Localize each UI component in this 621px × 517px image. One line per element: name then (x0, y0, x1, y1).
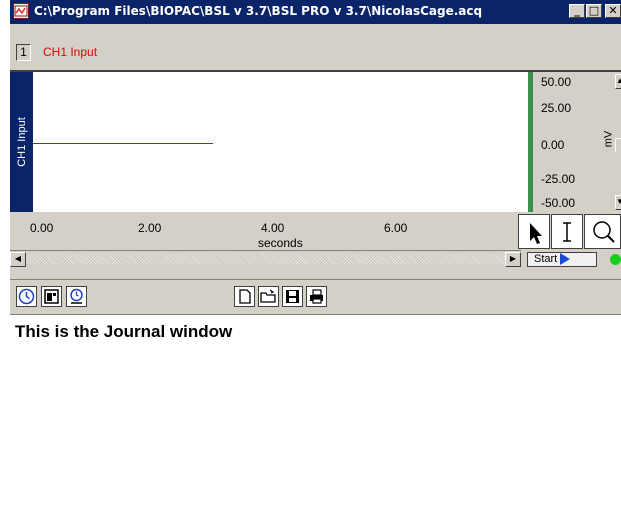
print-icon (310, 289, 323, 304)
title-bar[interactable]: C:\Program Files\BIOPAC\BSL v 3.7\BSL PR… (10, 0, 621, 24)
channel-side-label[interactable]: CH1 Input (10, 72, 33, 212)
date-button[interactable] (41, 286, 62, 307)
open-journal-button[interactable] (258, 286, 279, 307)
ibeam-cursor-icon (563, 222, 571, 242)
y-tick: 0.00 (541, 138, 565, 152)
arrow-tool-button[interactable] (518, 214, 550, 249)
new-file-icon (239, 289, 251, 304)
x-unit-label: seconds (258, 236, 303, 250)
x-tick: 0.00 (30, 221, 54, 235)
divider (10, 270, 621, 280)
minimize-button[interactable]: _ (569, 4, 585, 18)
window-title: C:\Program Files\BIOPAC\BSL v 3.7\BSL PR… (34, 4, 483, 18)
save-disk-icon (286, 290, 299, 303)
channel-bar (10, 24, 621, 70)
new-journal-button[interactable] (234, 286, 255, 307)
time-button[interactable] (16, 286, 37, 307)
play-icon (560, 253, 571, 266)
x-tick: 6.00 (384, 221, 408, 235)
zoom-tool-button[interactable] (584, 214, 621, 249)
minimize-icon: _ (574, 4, 580, 17)
y-tick: 25.00 (541, 101, 572, 115)
scroll-up-icon[interactable]: ▲ (615, 74, 621, 89)
channel-name[interactable]: CH1 Input (43, 45, 97, 59)
close-icon: ✕ (608, 4, 618, 17)
status-led (610, 254, 621, 265)
horizontal-scroll-track[interactable] (26, 253, 505, 264)
print-journal-button[interactable] (306, 286, 327, 307)
save-journal-button[interactable] (282, 286, 303, 307)
waveform-trace (33, 143, 213, 144)
vertical-scroll-thumb[interactable] (615, 138, 621, 152)
journal-text[interactable]: This is the Journal window (15, 322, 232, 342)
y-unit-label: mV (602, 130, 615, 148)
y-tick: -50.00 (541, 196, 576, 210)
clock-icon (18, 288, 35, 305)
scroll-right-icon[interactable]: ▶ (505, 252, 521, 267)
channel-number-button[interactable]: 1 (16, 44, 31, 61)
x-tick: 2.00 (138, 221, 162, 235)
x-axis: 0.00 2.00 4.00 6.00 seconds (10, 212, 528, 250)
horizontal-scrollbar[interactable]: ◀ ▶ (10, 250, 521, 267)
time-paste-button[interactable] (66, 286, 87, 307)
acq-window: C:\Program Files\BIOPAC\BSL v 3.7\BSL PR… (10, 0, 621, 517)
scroll-left-icon[interactable]: ◀ (10, 252, 26, 267)
clock-arrow-icon (70, 288, 83, 304)
waveform-plot[interactable] (33, 72, 528, 212)
start-button[interactable]: Start (527, 252, 597, 267)
zoom-icon (593, 221, 615, 243)
vertical-scrollbar[interactable]: ▲ ▼ (615, 72, 621, 212)
open-folder-icon (260, 289, 276, 303)
channel-side-label-text: CH1 Input (15, 117, 28, 167)
x-tick: 4.00 (261, 221, 285, 235)
start-label: Start (534, 253, 558, 265)
journal-window[interactable]: This is the Journal window (10, 314, 621, 517)
app-icon[interactable] (13, 3, 29, 19)
y-tick: -25.00 (541, 172, 576, 186)
arrow-cursor-icon (530, 223, 542, 244)
maximize-button[interactable]: □ (586, 4, 602, 18)
ibeam-tool-button[interactable] (551, 214, 583, 249)
calendar-icon (44, 289, 59, 304)
scroll-down-icon[interactable]: ▼ (615, 195, 621, 210)
close-button[interactable]: ✕ (605, 4, 621, 18)
maximize-icon: □ (588, 4, 600, 17)
y-tick: 50.00 (541, 75, 572, 89)
